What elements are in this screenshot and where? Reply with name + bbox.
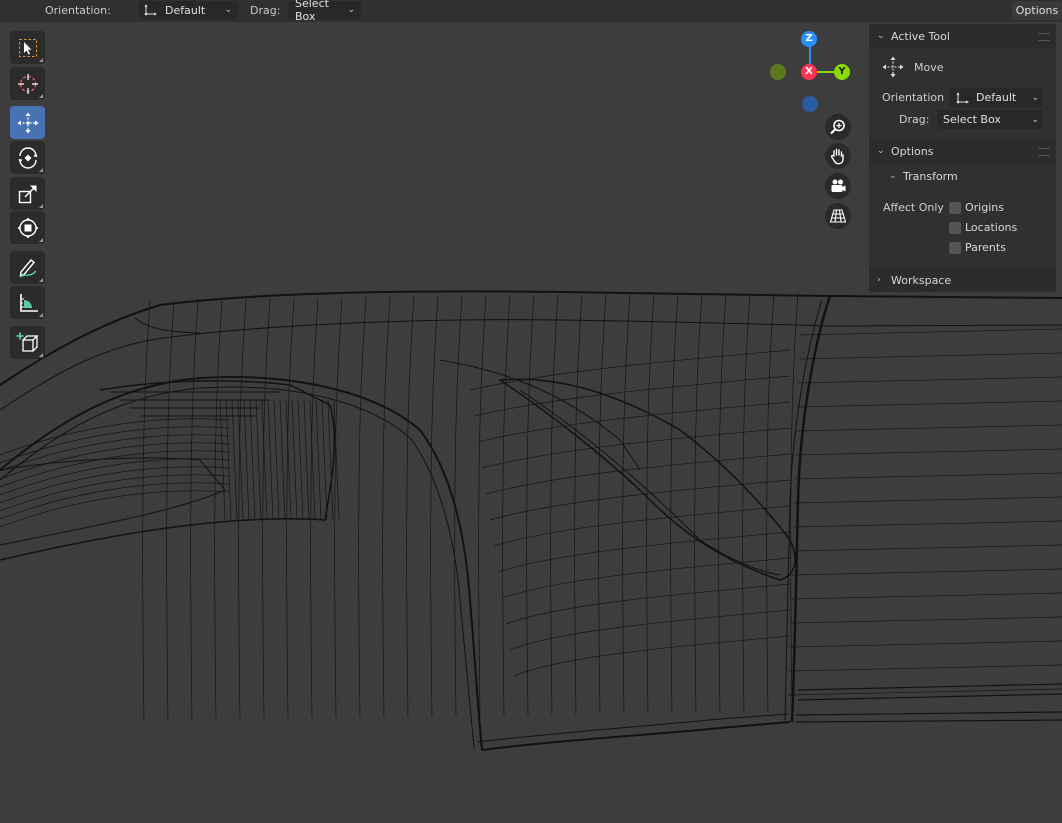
move-tool[interactable]	[10, 106, 45, 139]
sidebar-drag-value: Select Box	[943, 113, 1001, 126]
chevron-down-icon: ⌄	[347, 5, 355, 15]
sidebar-drag-dropdown[interactable]: Select Box ⌄	[937, 110, 1043, 129]
active-tool-title: Active Tool	[891, 29, 950, 43]
origins-checkbox[interactable]: Origins	[949, 201, 1004, 214]
workspace-title: Workspace	[891, 273, 952, 287]
orientation-value: Default	[165, 3, 206, 17]
gizmo-y-axis[interactable]: Y	[834, 64, 850, 80]
scale-icon	[18, 185, 36, 203]
active-tool-name: Move	[914, 61, 944, 74]
pan-hand-icon	[830, 148, 844, 165]
cursor-icon	[17, 73, 38, 94]
annotate-tool[interactable]	[10, 251, 45, 284]
gizmo-x-axis[interactable]: X	[801, 64, 817, 80]
origins-label: Origins	[965, 201, 1004, 214]
parents-label: Parents	[965, 241, 1006, 254]
transform-subpanel-header[interactable]: ⌄ Transform	[881, 166, 958, 186]
perspective-grid-icon	[829, 209, 847, 223]
chevron-down-icon: ⌄	[877, 146, 885, 156]
checkbox-box[interactable]	[949, 201, 961, 214]
camera-icon	[831, 179, 846, 192]
add-cube-tool[interactable]	[10, 326, 45, 359]
annotate-icon	[19, 258, 37, 278]
chevron-down-icon: ⌄	[224, 5, 232, 15]
options-title: Options	[891, 144, 934, 158]
locations-label: Locations	[965, 221, 1018, 234]
chevron-right-icon: ›	[877, 275, 881, 285]
gizmo-neg-z-axis[interactable]	[802, 96, 818, 112]
camera-button[interactable]	[825, 173, 851, 199]
sidebar-orientation-label: Orientation	[882, 91, 945, 104]
viewport-header: Orientation: Default ⌄ Drag: Select Box …	[0, 0, 1062, 23]
orientation-icon	[956, 91, 969, 103]
chevron-down-icon: ⌄	[1031, 114, 1039, 125]
drag-grip-icon[interactable]	[1038, 148, 1050, 156]
affect-only-label: Affect Only	[883, 201, 944, 214]
measure-icon	[19, 293, 38, 312]
sidebar-drag-label: Drag:	[899, 113, 930, 126]
select-box-icon	[18, 38, 37, 57]
sidebar-orientation-dropdown[interactable]: Default ⌄	[949, 88, 1043, 107]
checkbox-box[interactable]	[949, 221, 961, 234]
drag-value: Select Box	[295, 0, 329, 23]
transform-icon	[17, 217, 38, 238]
gizmo-neg-y-axis[interactable]	[770, 64, 786, 80]
drag-label: Drag:	[250, 4, 281, 17]
cursor-tool[interactable]	[10, 67, 45, 100]
options-button[interactable]: Options	[1012, 1, 1062, 20]
rotate-icon	[18, 146, 37, 169]
move-icon	[17, 112, 38, 133]
locations-checkbox[interactable]: Locations	[949, 221, 1017, 234]
zoom-icon	[830, 119, 845, 135]
chevron-down-icon: ⌄	[877, 31, 885, 41]
add-cube-icon	[16, 332, 39, 352]
active-tool-panel-header[interactable]: ⌄ Active Tool	[869, 24, 1056, 48]
sidebar-orientation-value: Default	[976, 91, 1017, 104]
workspace-panel-header[interactable]: › Workspace	[869, 268, 1056, 292]
orientation-dropdown[interactable]: Default ⌄	[139, 1, 238, 19]
chevron-down-icon: ⌄	[889, 171, 897, 181]
transform-title: Transform	[903, 169, 958, 183]
options-panel-header[interactable]: ⌄ Options	[869, 139, 1056, 163]
sidebar-panel: ⌄ Active Tool Move Orientation Default ⌄…	[869, 24, 1056, 292]
scale-tool[interactable]	[10, 177, 45, 210]
orientation-icon	[144, 4, 157, 16]
rotate-tool[interactable]	[10, 141, 45, 174]
measure-tool[interactable]	[10, 286, 45, 319]
drag-dropdown[interactable]: Select Box ⌄	[288, 0, 361, 23]
zoom-button[interactable]	[825, 114, 851, 140]
move-icon	[882, 56, 904, 78]
select-box-tool[interactable]	[10, 31, 45, 64]
drag-grip-icon[interactable]	[1038, 33, 1050, 41]
orientation-label: Orientation:	[45, 4, 111, 17]
transform-tool[interactable]	[10, 211, 45, 244]
perspective-toggle-button[interactable]	[825, 203, 851, 229]
parents-checkbox[interactable]: Parents	[949, 241, 1006, 254]
checkbox-box[interactable]	[949, 241, 961, 254]
chevron-down-icon: ⌄	[1031, 92, 1039, 103]
pan-button[interactable]	[825, 143, 851, 169]
gizmo-z-axis[interactable]: Z	[801, 31, 817, 47]
